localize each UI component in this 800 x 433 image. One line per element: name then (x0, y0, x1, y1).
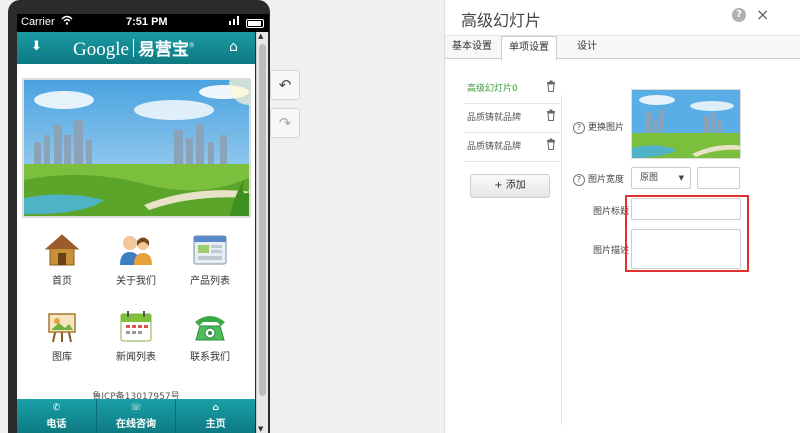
app-logo: Google 易营宝® (73, 35, 194, 61)
chat-icon: ☏ (130, 403, 142, 413)
redo-icon: ↷ (278, 114, 292, 132)
phone-screen: ⬇ Google 易营宝® ⌂ 首页 关于我们 产品列表 图库 新闻列表 联系我… (17, 32, 255, 433)
nav-phone[interactable]: ✆ 电话 (17, 399, 97, 433)
close-icon[interactable]: × (756, 5, 769, 24)
grid-item-gallery[interactable]: 图库 (27, 308, 97, 363)
slide-item[interactable]: 品质铸就品牌 (465, 133, 560, 162)
calendar-icon (117, 308, 155, 344)
trash-icon[interactable] (546, 75, 556, 103)
bottom-nav: ✆ 电话 ☏ 在线咨询 ⌂ 主页 (17, 399, 255, 433)
tab-basic[interactable]: 基本设置 (445, 36, 499, 60)
settings-panel: 高级幻灯片 ? × 基本设置 单项设置 设计 高级幻灯片0 品质铸就品牌 品质铸… (444, 0, 800, 433)
grid-item-label: 关于我们 (116, 276, 156, 287)
logo-cn: 易营宝 (137, 40, 189, 60)
status-bar: Carrier 7:51 PM (17, 14, 269, 32)
carrier-label: Carrier (21, 16, 55, 28)
grid-item-home[interactable]: 首页 (27, 232, 97, 287)
grid-item-news[interactable]: 新闻列表 (101, 308, 171, 363)
slide-thumbnail[interactable] (631, 89, 741, 159)
grid-item-label: 联系我们 (190, 352, 230, 363)
redo-button[interactable]: ↷ (270, 108, 300, 138)
slide-item[interactable]: 高级幻灯片0 (465, 75, 560, 104)
slide-list: 高级幻灯片0 品质铸就品牌 品质铸就品牌 (465, 75, 560, 162)
grid-item-contact[interactable]: 联系我们 (175, 308, 245, 363)
tab-design[interactable]: 设计 (563, 36, 611, 60)
grid-item-products[interactable]: 产品列表 (175, 232, 245, 287)
house-icon (43, 232, 81, 268)
logo-google: Google (73, 39, 129, 60)
telephone-icon (191, 308, 229, 344)
grid-item-about[interactable]: 关于我们 (101, 232, 171, 287)
undo-icon: ↶ (278, 76, 292, 94)
image-title-label: 图片标题 (593, 207, 630, 217)
width-select[interactable]: 原图 ▼ (631, 167, 691, 189)
image-desc-label: 图片描述 (593, 246, 630, 256)
scroll-thumb[interactable] (259, 44, 266, 396)
window-icon (191, 232, 229, 268)
logo-mark: ® (188, 41, 195, 50)
image-width-label: ? 图片宽度 (573, 172, 624, 186)
change-image-label: ? 更换图片 (573, 120, 624, 134)
width-input[interactable] (697, 167, 740, 189)
trash-icon[interactable] (546, 133, 556, 161)
home-icon[interactable]: ⌂ (229, 39, 238, 55)
tab-item-settings[interactable]: 单项设置 (501, 36, 557, 61)
panel-tabs: 基本设置 单项设置 设计 (445, 35, 800, 61)
nav-consult[interactable]: ☏ 在线咨询 (97, 399, 177, 433)
slide-label: 高级幻灯片0 (467, 84, 518, 94)
nav-label: 电话 (46, 419, 67, 430)
nav-home[interactable]: ⌂ 主页 (176, 399, 255, 433)
panel-title: 高级幻灯片 (461, 11, 542, 30)
question-icon[interactable]: ? (573, 174, 585, 186)
scroll-down-icon[interactable]: ▼ (258, 425, 263, 433)
trash-icon[interactable] (546, 104, 556, 132)
easel-icon (43, 308, 81, 344)
add-slide-button[interactable]: + 添加 (470, 174, 550, 198)
people-icon (117, 232, 155, 268)
signal-icon (229, 15, 241, 28)
grid-item-label: 新闻列表 (116, 352, 156, 363)
battery-icon (246, 19, 264, 28)
help-icon[interactable]: ? (732, 8, 746, 22)
grid-item-label: 产品列表 (190, 276, 230, 287)
question-icon[interactable]: ? (573, 122, 585, 134)
grid-item-label: 首页 (52, 276, 72, 287)
undo-button[interactable]: ↶ (270, 70, 300, 100)
app-header: ⬇ Google 易营宝® ⌂ (17, 32, 255, 64)
home-icon: ⌂ (212, 403, 219, 413)
wifi-icon (61, 15, 73, 28)
slide-item[interactable]: 品质铸就品牌 (465, 104, 560, 133)
nav-label: 主页 (205, 419, 226, 430)
phone-scrollbar[interactable]: ▲ ▼ (256, 32, 268, 433)
download-icon[interactable]: ⬇ (31, 39, 42, 54)
nav-label: 在线咨询 (116, 419, 156, 430)
slide-label: 品质铸就品牌 (467, 142, 522, 152)
slide-label: 品质铸就品牌 (467, 113, 522, 123)
grid-item-label: 图库 (52, 352, 72, 363)
column-divider (561, 95, 562, 425)
highlight-box (625, 195, 749, 272)
clock: 7:51 PM (126, 16, 168, 28)
scroll-up-icon[interactable]: ▲ (258, 32, 263, 40)
banner-slide-image[interactable] (22, 78, 251, 218)
chevron-down-icon: ▼ (678, 174, 684, 182)
phone-icon: ✆ (52, 403, 61, 413)
